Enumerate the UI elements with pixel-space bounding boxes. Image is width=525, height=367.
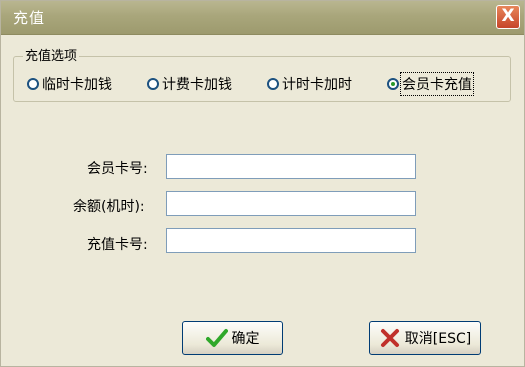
- radio-button-selected-icon: [387, 78, 399, 90]
- radio-temp-card-add-money[interactable]: 临时卡加钱: [27, 74, 112, 94]
- radio-label: 会员卡充值: [400, 72, 474, 96]
- radio-billing-card-add-money[interactable]: 计费卡加钱: [147, 74, 232, 94]
- close-icon: X: [501, 6, 515, 26]
- member-card-number-input[interactable]: [166, 154, 416, 179]
- title-bar[interactable]: 充值 X: [1, 1, 524, 35]
- radio-label: 计费卡加钱: [162, 77, 232, 93]
- radio-button-icon: [267, 78, 279, 90]
- member-card-number-label: 会员卡号:: [87, 161, 148, 177]
- close-button[interactable]: X: [496, 5, 520, 29]
- radio-label: 临时卡加钱: [42, 77, 112, 93]
- recharge-card-number-label: 充值卡号:: [87, 237, 148, 253]
- confirm-button-label: 确定: [231, 331, 260, 347]
- window-title: 充值: [13, 9, 46, 27]
- radio-button-icon: [147, 78, 159, 90]
- balance-label: 余额(机时):: [73, 199, 145, 215]
- checkmark-icon: [205, 329, 228, 347]
- radio-label: 计时卡加时: [282, 77, 352, 93]
- recharge-card-number-input[interactable]: [166, 228, 416, 253]
- radio-member-card-recharge[interactable]: 会员卡充值: [387, 72, 474, 96]
- radio-timed-card-add-time[interactable]: 计时卡加时: [267, 74, 352, 94]
- recharge-dialog: 充值 X 充值选项 临时卡加钱 计费卡加钱 计时卡加时 会员卡充值 会员卡号: …: [0, 0, 525, 367]
- cancel-button[interactable]: 取消[ESC]: [369, 321, 481, 355]
- balance-input[interactable]: [166, 191, 416, 216]
- cancel-button-label: 取消[ESC]: [404, 331, 472, 347]
- confirm-button[interactable]: 确定: [182, 321, 283, 355]
- radio-button-icon: [27, 78, 39, 90]
- recharge-options-legend: 充值选项: [23, 45, 80, 64]
- cross-icon: [380, 329, 399, 347]
